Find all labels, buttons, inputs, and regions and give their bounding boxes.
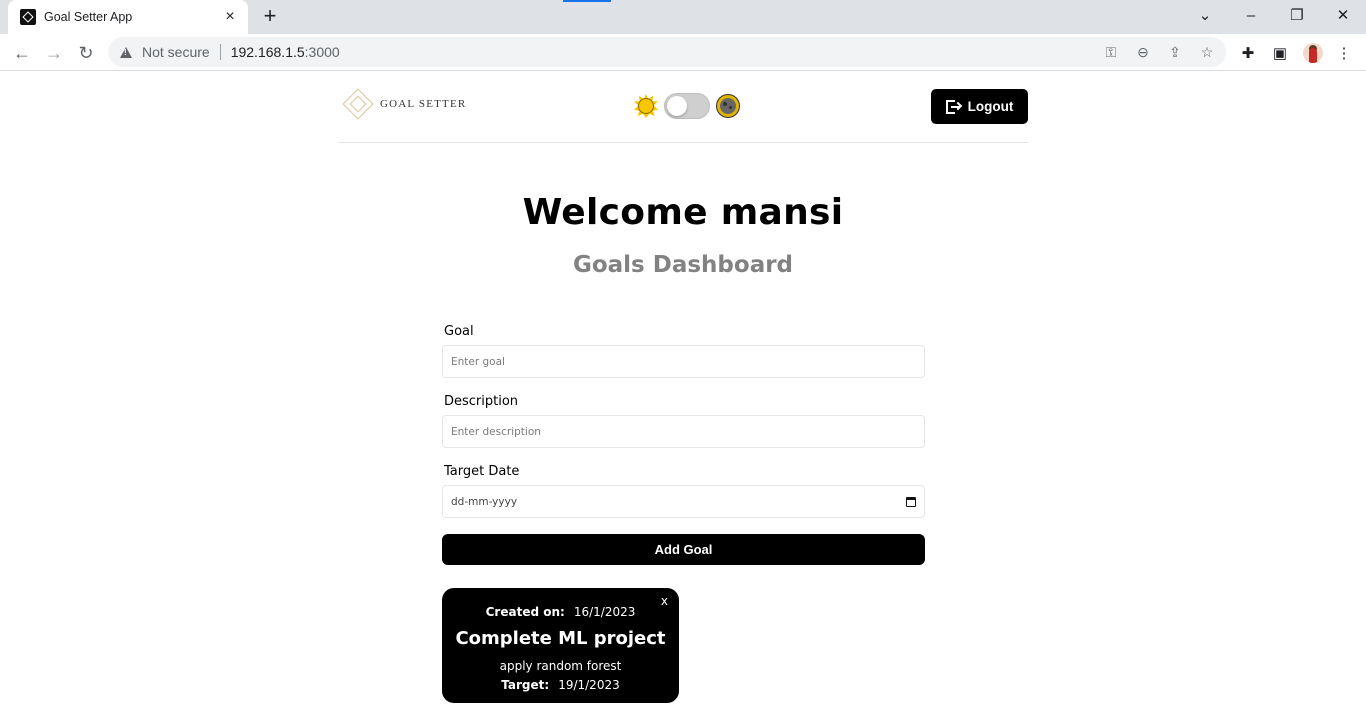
profile-avatar[interactable] (1303, 43, 1323, 63)
address-bar[interactable]: Not secure 192.168.1.5:3000 ⚿ ⊖ ⇪ ☆ (108, 37, 1226, 67)
goal-input[interactable] (442, 345, 925, 378)
app-header: GOAL SETTER Logout (338, 71, 1028, 143)
logout-button[interactable]: Logout (931, 89, 1028, 124)
goal-target-row: Target: 19/1/2023 (442, 678, 679, 692)
add-goal-button[interactable]: Add Goal (442, 534, 925, 565)
logout-label: Logout (967, 99, 1014, 114)
browser-tab[interactable]: Goal Setter App × (8, 0, 248, 34)
goal-title: Complete ML project (455, 628, 666, 649)
welcome-heading: Welcome mansi (522, 192, 844, 233)
new-tab-button[interactable]: + (258, 5, 282, 29)
logo-text: GOAL SETTER (380, 98, 467, 110)
created-date: 16/1/2023 (573, 605, 636, 619)
description-label: Description (444, 394, 519, 409)
url-host: 192.168.1.5 (230, 44, 305, 60)
dashboard-subtitle: Goals Dashboard (572, 252, 794, 278)
url-port: :3000 (304, 44, 340, 60)
goal-label: Goal (444, 324, 474, 339)
tab-search-chevron-icon[interactable]: ⌄ (1191, 4, 1219, 26)
sun-icon (634, 94, 658, 118)
extensions-puzzle-icon[interactable]: ✚ (1237, 42, 1259, 64)
goal-card: x Created on: 16/1/2023 Complete ML proje… (442, 588, 679, 703)
reload-icon[interactable]: ↻ (73, 40, 99, 66)
app-viewport: GOAL SETTER Logout Welcome mansi Goals D… (0, 71, 1366, 724)
browser-toolbar: ← → ↻ Not secure 192.168.1.5:3000 ⚿ ⊖ ⇪ … (0, 34, 1366, 71)
theme-switch[interactable] (664, 93, 710, 119)
target-date: 19/1/2023 (558, 678, 620, 692)
app-logo[interactable]: GOAL SETTER (342, 87, 466, 121)
bookmark-star-icon[interactable]: ☆ (1198, 43, 1216, 61)
share-icon[interactable]: ⇪ (1166, 43, 1184, 61)
tab-loading-indicator (563, 0, 611, 2)
zoom-out-icon[interactable]: ⊖ (1134, 43, 1152, 61)
goal-description: apply random forest (499, 659, 622, 673)
target-label: Target: (501, 678, 550, 692)
date-placeholder: dd-mm-yyyy (451, 495, 518, 508)
created-label: Created on: (485, 605, 565, 619)
theme-toggle (634, 93, 740, 119)
description-input[interactable] (442, 415, 925, 448)
restore-button[interactable]: ❐ (1283, 4, 1311, 26)
moon-icon (716, 94, 740, 118)
target-date-label: Target Date (444, 464, 520, 479)
diamond-logo-icon (342, 87, 374, 121)
forward-arrow-icon[interactable]: → (41, 40, 67, 66)
minimize-button[interactable]: – (1237, 4, 1265, 26)
goal-created-row: Created on: 16/1/2023 (442, 605, 679, 619)
target-date-input[interactable]: dd-mm-yyyy (442, 485, 925, 518)
calendar-icon[interactable] (906, 496, 916, 507)
key-icon[interactable]: ⚿ (1102, 43, 1120, 61)
more-menu-icon[interactable]: ⋮ (1333, 42, 1355, 64)
logout-icon (945, 99, 962, 114)
warning-icon (120, 46, 132, 58)
close-window-button[interactable]: ✕ (1329, 4, 1357, 26)
security-status[interactable]: Not secure (142, 44, 210, 60)
tab-title: Goal Setter App (44, 10, 133, 24)
back-arrow-icon[interactable]: ← (9, 40, 35, 66)
omnibox-divider (219, 44, 221, 60)
side-panel-icon[interactable]: ▣ (1269, 42, 1291, 64)
app-favicon-icon (20, 9, 36, 25)
browser-tabstrip: Goal Setter App × + ⌄ – ❐ ✕ (0, 0, 1366, 34)
tab-close-icon[interactable]: × (222, 9, 238, 25)
